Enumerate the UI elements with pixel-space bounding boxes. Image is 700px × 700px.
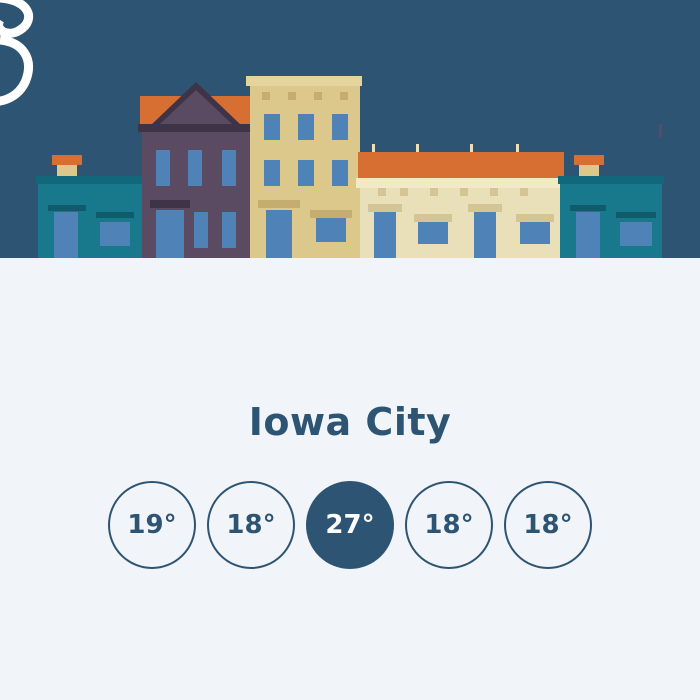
forecast-day-3-selected[interactable]: 27° [306, 481, 394, 569]
building-yellow [246, 76, 362, 258]
forecast-day-5[interactable]: 18° [504, 481, 592, 569]
forecast-day-1[interactable]: 19° [108, 481, 196, 569]
forecast-day-4[interactable]: 18° [405, 481, 493, 569]
building-teal-left [36, 155, 144, 258]
building-cream [356, 144, 564, 258]
city-skyline-illustration [0, 0, 700, 258]
city-name-heading: Iowa City [248, 400, 452, 444]
forecast-day-2[interactable]: 18° [207, 481, 295, 569]
swirl-logo-icon [0, 0, 34, 106]
skyline-svg [0, 0, 664, 258]
forecast-day-selector: 19° 18° 27° 18° 18° [0, 481, 700, 569]
building-teal-right [558, 124, 664, 258]
building-purple [138, 82, 254, 258]
